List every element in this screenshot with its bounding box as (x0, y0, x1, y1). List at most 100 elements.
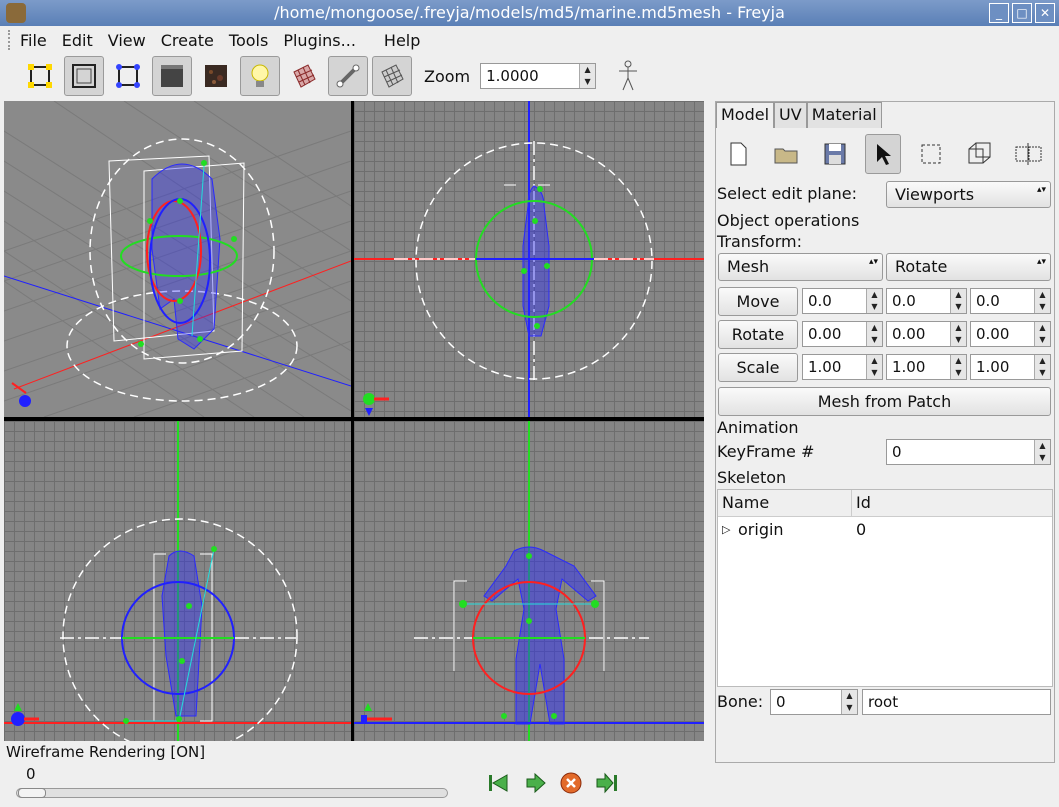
tab-uv[interactable]: UV (774, 102, 807, 128)
move-y-value[interactable]: 0.0 (887, 292, 950, 310)
rotate-button[interactable]: Rotate (718, 320, 798, 349)
timeline-slider-handle[interactable] (18, 788, 46, 798)
scale-button[interactable]: Scale (718, 353, 798, 382)
rotate-z-up[interactable]: ▲ (1035, 322, 1050, 334)
scale-y-up[interactable]: ▲ (951, 355, 966, 367)
zoom-spinner[interactable]: 1.0000 ▲ ▼ (480, 63, 597, 89)
move-z-down[interactable]: ▼ (1035, 301, 1050, 313)
edit-plane-select[interactable]: Viewports (886, 181, 1051, 208)
scale-z-up[interactable]: ▲ (1035, 355, 1050, 367)
scale-x-up[interactable]: ▲ (867, 355, 882, 367)
skip-to-end-icon[interactable] (595, 772, 619, 794)
minimize-button[interactable]: _ (989, 3, 1009, 23)
select-rect-button[interactable] (913, 134, 949, 174)
scale-x-value[interactable]: 1.00 (803, 358, 866, 376)
menu-file[interactable]: File (20, 31, 47, 50)
rotate-x-down[interactable]: ▼ (867, 334, 882, 346)
viewport-side[interactable] (4, 421, 351, 741)
save-file-button[interactable] (817, 134, 853, 174)
texture-button[interactable] (196, 56, 236, 96)
rotate-z-value[interactable]: 0.00 (971, 325, 1034, 343)
rotate-x-spinner[interactable]: 0.00 ▲ ▼ (802, 321, 883, 347)
keyframe-spinner[interactable]: 0 ▲ ▼ (886, 439, 1051, 465)
zoom-down-button[interactable]: ▼ (580, 76, 595, 88)
open-file-button[interactable] (768, 134, 804, 174)
skip-to-start-icon[interactable] (487, 772, 511, 794)
column-header-id[interactable]: Id (852, 490, 875, 516)
viewport-back[interactable] (354, 421, 704, 741)
move-x-spinner[interactable]: 0.0 ▲ ▼ (802, 288, 883, 314)
bone-index-value[interactable]: 0 (771, 693, 841, 711)
zoom-value[interactable]: 1.0000 (481, 67, 579, 85)
move-z-spinner[interactable]: 0.0 ▲ ▼ (970, 288, 1051, 314)
rotate-y-spinner[interactable]: 0.00 ▲ ▼ (886, 321, 967, 347)
tab-model[interactable]: Model (716, 102, 775, 128)
move-z-up[interactable]: ▲ (1035, 289, 1050, 301)
tab-material[interactable]: Material (806, 102, 882, 128)
menu-view[interactable]: View (108, 31, 146, 50)
select-object-button[interactable] (1010, 134, 1046, 174)
move-x-down[interactable]: ▼ (867, 301, 882, 313)
expander-triangle-icon[interactable]: ▷ (718, 520, 738, 540)
menu-create[interactable]: Create (161, 31, 214, 50)
skeleton-button[interactable] (608, 56, 648, 96)
move-y-spinner[interactable]: 0.0 ▲ ▼ (886, 288, 967, 314)
keyframe-down[interactable]: ▼ (1035, 452, 1050, 464)
rotate-y-down[interactable]: ▼ (951, 334, 966, 346)
move-button[interactable]: Move (718, 287, 798, 316)
viewport-front[interactable] (354, 101, 704, 417)
move-x-value[interactable]: 0.0 (803, 292, 866, 310)
keyframe-value[interactable]: 0 (887, 443, 1034, 461)
keyframe-up[interactable]: ▲ (1035, 440, 1050, 452)
scale-z-spinner[interactable]: 1.00 ▲ ▼ (970, 354, 1051, 380)
move-x-up[interactable]: ▲ (867, 289, 882, 301)
zoom-up-button[interactable]: ▲ (580, 64, 595, 76)
scale-x-down[interactable]: ▼ (867, 367, 882, 379)
move-z-value[interactable]: 0.0 (971, 292, 1034, 310)
rotate-x-up[interactable]: ▲ (867, 322, 882, 334)
scale-z-value[interactable]: 1.00 (971, 358, 1034, 376)
transform-mode-select[interactable]: Rotate (886, 253, 1051, 281)
rotate-y-up[interactable]: ▲ (951, 322, 966, 334)
close-button[interactable]: ✕ (1035, 3, 1055, 23)
select-vertex-button[interactable] (962, 134, 998, 174)
material-button[interactable] (284, 56, 324, 96)
bounding-box-button[interactable] (20, 56, 60, 96)
light-button[interactable] (240, 56, 280, 96)
mesh-box-button[interactable] (64, 56, 104, 96)
bone-name-value[interactable]: root (863, 693, 1050, 711)
scale-y-down[interactable]: ▼ (951, 367, 966, 379)
maximize-button[interactable]: □ (1012, 3, 1032, 23)
menu-plugins[interactable]: Plugins... (283, 31, 356, 50)
scale-x-spinner[interactable]: 1.00 ▲ ▼ (802, 354, 883, 380)
bone-spinner[interactable]: 0 ▲ ▼ (770, 689, 858, 715)
viewport-perspective[interactable] (4, 101, 351, 417)
bone-name-field[interactable]: root (862, 689, 1051, 715)
rotate-y-value[interactable]: 0.00 (887, 325, 950, 343)
new-file-button[interactable] (720, 134, 756, 174)
menu-tools[interactable]: Tools (229, 31, 268, 50)
transform-target-select[interactable]: Mesh (718, 253, 883, 281)
move-y-up[interactable]: ▲ (951, 289, 966, 301)
solid-box-button[interactable] (152, 56, 192, 96)
move-y-down[interactable]: ▼ (951, 301, 966, 313)
timeline-slider[interactable] (16, 788, 448, 798)
select-pointer-button[interactable] (864, 134, 902, 174)
tree-row[interactable]: ▷ origin 0 (718, 517, 1052, 540)
rotate-z-down[interactable]: ▼ (1035, 334, 1050, 346)
menu-help[interactable]: Help (384, 31, 420, 50)
mesh-from-patch-button[interactable]: Mesh from Patch (718, 387, 1051, 416)
bone-button[interactable] (328, 56, 368, 96)
scale-y-spinner[interactable]: 1.00 ▲ ▼ (886, 354, 967, 380)
scale-y-value[interactable]: 1.00 (887, 358, 950, 376)
column-header-name[interactable]: Name (718, 490, 852, 516)
wireframe-button[interactable] (372, 56, 412, 96)
stop-icon[interactable] (559, 772, 583, 794)
menu-edit[interactable]: Edit (62, 31, 93, 50)
rotate-z-spinner[interactable]: 0.00 ▲ ▼ (970, 321, 1051, 347)
skeleton-tree[interactable]: Name Id ▷ origin 0 (717, 489, 1053, 687)
scale-z-down[interactable]: ▼ (1035, 367, 1050, 379)
vertex-box-button[interactable] (108, 56, 148, 96)
bone-down[interactable]: ▼ (842, 702, 857, 714)
bone-up[interactable]: ▲ (842, 690, 857, 702)
